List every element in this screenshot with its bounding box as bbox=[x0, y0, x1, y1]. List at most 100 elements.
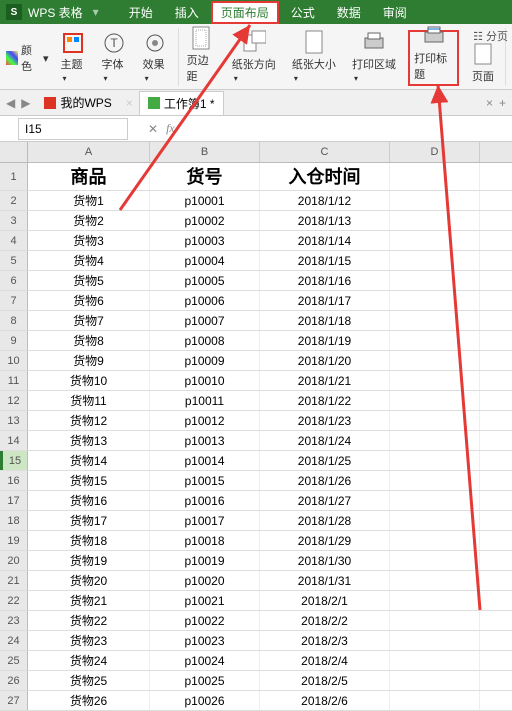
cell[interactable]: p10012 bbox=[150, 411, 260, 430]
cell[interactable] bbox=[390, 211, 480, 230]
fx-cancel-icon[interactable]: ✕ bbox=[148, 122, 158, 136]
cell[interactable]: 货物5 bbox=[28, 271, 150, 290]
cell[interactable]: 2018/1/24 bbox=[260, 431, 390, 450]
cell[interactable]: 入仓时间 bbox=[260, 163, 390, 190]
size-button[interactable]: 纸张大小▾ bbox=[288, 30, 340, 86]
col-header-C[interactable]: C bbox=[260, 142, 390, 162]
cell[interactable] bbox=[390, 371, 480, 390]
cell[interactable] bbox=[390, 411, 480, 430]
cell[interactable]: p10020 bbox=[150, 571, 260, 590]
cell[interactable]: 2018/1/20 bbox=[260, 351, 390, 370]
tab-pagelayout[interactable]: 页面布局 bbox=[211, 1, 279, 24]
cell[interactable] bbox=[390, 491, 480, 510]
cell[interactable]: 2018/2/4 bbox=[260, 651, 390, 670]
row-number[interactable]: 15 bbox=[0, 451, 28, 470]
tab-insert[interactable]: 插入 bbox=[165, 1, 209, 24]
cell[interactable] bbox=[390, 331, 480, 350]
cell[interactable]: p10016 bbox=[150, 491, 260, 510]
table-row[interactable]: 15货物14p100142018/1/25 bbox=[0, 451, 512, 471]
row-number[interactable]: 24 bbox=[0, 631, 28, 650]
cell[interactable]: 2018/1/19 bbox=[260, 331, 390, 350]
fx-icon[interactable]: fx bbox=[166, 121, 175, 136]
cell[interactable] bbox=[390, 291, 480, 310]
printarea-button[interactable]: 打印区域▾ bbox=[348, 30, 400, 86]
table-row[interactable]: 10货物9p100092018/1/20 bbox=[0, 351, 512, 371]
cell[interactable]: 2018/1/26 bbox=[260, 471, 390, 490]
cell[interactable]: p10018 bbox=[150, 531, 260, 550]
table-row[interactable]: 23货物22p100222018/2/2 bbox=[0, 611, 512, 631]
cell[interactable] bbox=[390, 651, 480, 670]
row-number[interactable]: 5 bbox=[0, 251, 28, 270]
cell[interactable] bbox=[390, 191, 480, 210]
cell[interactable]: 货物18 bbox=[28, 531, 150, 550]
cell[interactable]: 2018/1/29 bbox=[260, 531, 390, 550]
tab-review[interactable]: 审阅 bbox=[373, 1, 417, 24]
cell[interactable]: 货物19 bbox=[28, 551, 150, 570]
table-row[interactable]: 8货物7p100072018/1/18 bbox=[0, 311, 512, 331]
cell[interactable] bbox=[390, 311, 480, 330]
cell[interactable]: p10005 bbox=[150, 271, 260, 290]
orient-button[interactable]: 纸张方向▾ bbox=[228, 30, 280, 86]
row-number[interactable]: 17 bbox=[0, 491, 28, 510]
cell[interactable]: p10017 bbox=[150, 511, 260, 530]
cell[interactable]: p10022 bbox=[150, 611, 260, 630]
table-row[interactable]: 20货物19p100192018/1/30 bbox=[0, 551, 512, 571]
cell[interactable]: 2018/1/27 bbox=[260, 491, 390, 510]
cell[interactable]: p10023 bbox=[150, 631, 260, 650]
cell[interactable]: p10026 bbox=[150, 691, 260, 710]
cell[interactable]: 2018/1/15 bbox=[260, 251, 390, 270]
cell[interactable]: 商品 bbox=[28, 163, 150, 190]
cell[interactable]: 货物16 bbox=[28, 491, 150, 510]
cell[interactable]: 货物4 bbox=[28, 251, 150, 270]
col-header-B[interactable]: B bbox=[150, 142, 260, 162]
cell[interactable]: 货物20 bbox=[28, 571, 150, 590]
cell[interactable]: 货物23 bbox=[28, 631, 150, 650]
table-row[interactable]: 5货物4p100042018/1/15 bbox=[0, 251, 512, 271]
back-icon[interactable]: ◀ bbox=[6, 96, 15, 110]
cell[interactable]: 2018/2/3 bbox=[260, 631, 390, 650]
cell[interactable]: 2018/1/28 bbox=[260, 511, 390, 530]
row-number[interactable]: 16 bbox=[0, 471, 28, 490]
cell[interactable]: p10004 bbox=[150, 251, 260, 270]
cell[interactable]: 货物21 bbox=[28, 591, 150, 610]
table-row[interactable]: 21货物20p100202018/1/31 bbox=[0, 571, 512, 591]
row-number[interactable]: 21 bbox=[0, 571, 28, 590]
cell[interactable]: 货物9 bbox=[28, 351, 150, 370]
cell[interactable]: 货物6 bbox=[28, 291, 150, 310]
tab-home[interactable]: 开始 bbox=[119, 1, 163, 24]
cell[interactable]: 2018/2/6 bbox=[260, 691, 390, 710]
cell[interactable]: 货物17 bbox=[28, 511, 150, 530]
cell[interactable]: 货物2 bbox=[28, 211, 150, 230]
table-row[interactable]: 12货物11p100112018/1/22 bbox=[0, 391, 512, 411]
cell[interactable]: p10008 bbox=[150, 331, 260, 350]
table-row[interactable]: 26货物25p100252018/2/5 bbox=[0, 671, 512, 691]
row-number[interactable]: 18 bbox=[0, 511, 28, 530]
table-row[interactable]: 9货物8p100082018/1/19 bbox=[0, 331, 512, 351]
row-number[interactable]: 4 bbox=[0, 231, 28, 250]
forward-icon[interactable]: ▶ bbox=[21, 96, 30, 110]
row-number[interactable]: 23 bbox=[0, 611, 28, 630]
cell[interactable]: p10010 bbox=[150, 371, 260, 390]
cell[interactable]: p10011 bbox=[150, 391, 260, 410]
title-dropdown-icon[interactable]: ▾ bbox=[93, 5, 99, 19]
cell[interactable] bbox=[390, 571, 480, 590]
cell[interactable]: 2018/1/13 bbox=[260, 211, 390, 230]
cell[interactable]: 2018/2/5 bbox=[260, 671, 390, 690]
row-number[interactable]: 14 bbox=[0, 431, 28, 450]
cell[interactable] bbox=[390, 691, 480, 710]
doctab-mywps[interactable]: 我的WPS bbox=[36, 91, 119, 114]
table-row[interactable]: 25货物24p100242018/2/4 bbox=[0, 651, 512, 671]
cell[interactable]: p10007 bbox=[150, 311, 260, 330]
cell[interactable] bbox=[390, 431, 480, 450]
cell[interactable]: 货物12 bbox=[28, 411, 150, 430]
cell[interactable]: 货物14 bbox=[28, 451, 150, 470]
cell[interactable] bbox=[390, 551, 480, 570]
table-row[interactable]: 3货物2p100022018/1/13 bbox=[0, 211, 512, 231]
cell[interactable]: p10002 bbox=[150, 211, 260, 230]
cell[interactable]: 货物3 bbox=[28, 231, 150, 250]
split-button[interactable]: ☷ 分页 bbox=[473, 28, 508, 44]
row-number[interactable]: 9 bbox=[0, 331, 28, 350]
row-number[interactable]: 27 bbox=[0, 691, 28, 710]
table-row[interactable]: 22货物21p100212018/2/1 bbox=[0, 591, 512, 611]
cell[interactable]: p10025 bbox=[150, 671, 260, 690]
